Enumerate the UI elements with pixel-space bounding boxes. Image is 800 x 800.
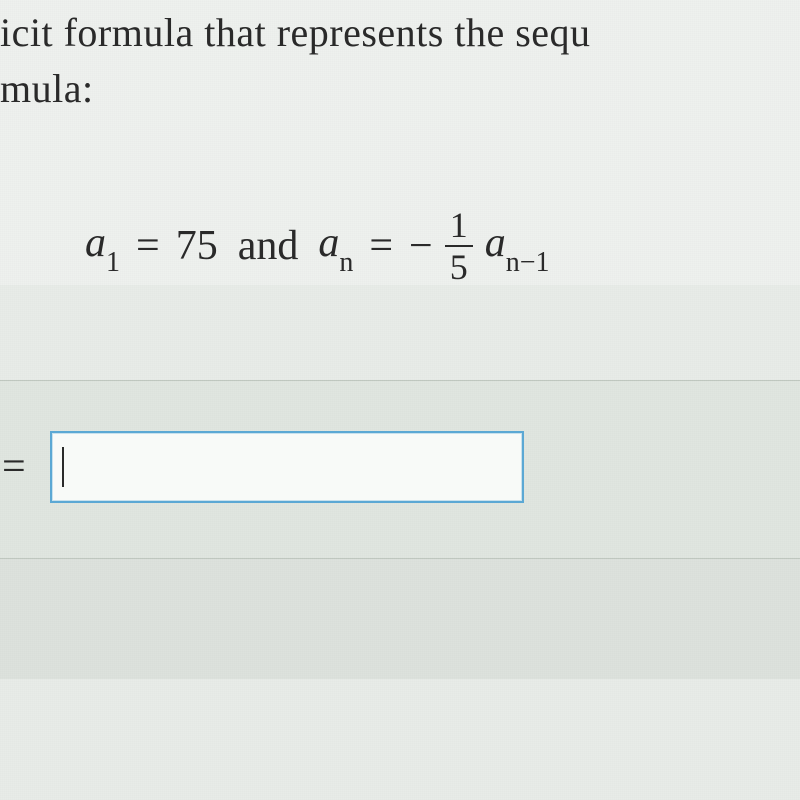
minus-sign: − [409,222,433,270]
equals-sign-2: = [369,222,393,270]
question-line-2: mula: [0,61,800,117]
answer-equals-label: = [2,443,26,491]
bottom-area [0,559,800,679]
formula-display: a1 = 75 and an = − 1 5 an−1 [0,207,800,285]
fraction-one-fifth: 1 5 [445,207,473,285]
question-text: icit formula that represents the sequ mu… [0,0,800,117]
answer-row: = [0,431,800,503]
question-line-1: icit formula that represents the sequ [0,5,800,61]
formula-a1: a1 [85,219,120,273]
answer-section: = [0,380,800,559]
a1-value: 75 [176,222,218,270]
and-text: and [238,222,299,270]
text-cursor [62,447,64,487]
answer-input[interactable] [50,431,524,503]
input-wrapper [50,431,800,503]
question-area: icit formula that represents the sequ mu… [0,0,800,285]
formula-an-minus-1: an−1 [485,219,550,273]
formula-an: an [318,219,353,273]
equals-sign-1: = [136,222,160,270]
